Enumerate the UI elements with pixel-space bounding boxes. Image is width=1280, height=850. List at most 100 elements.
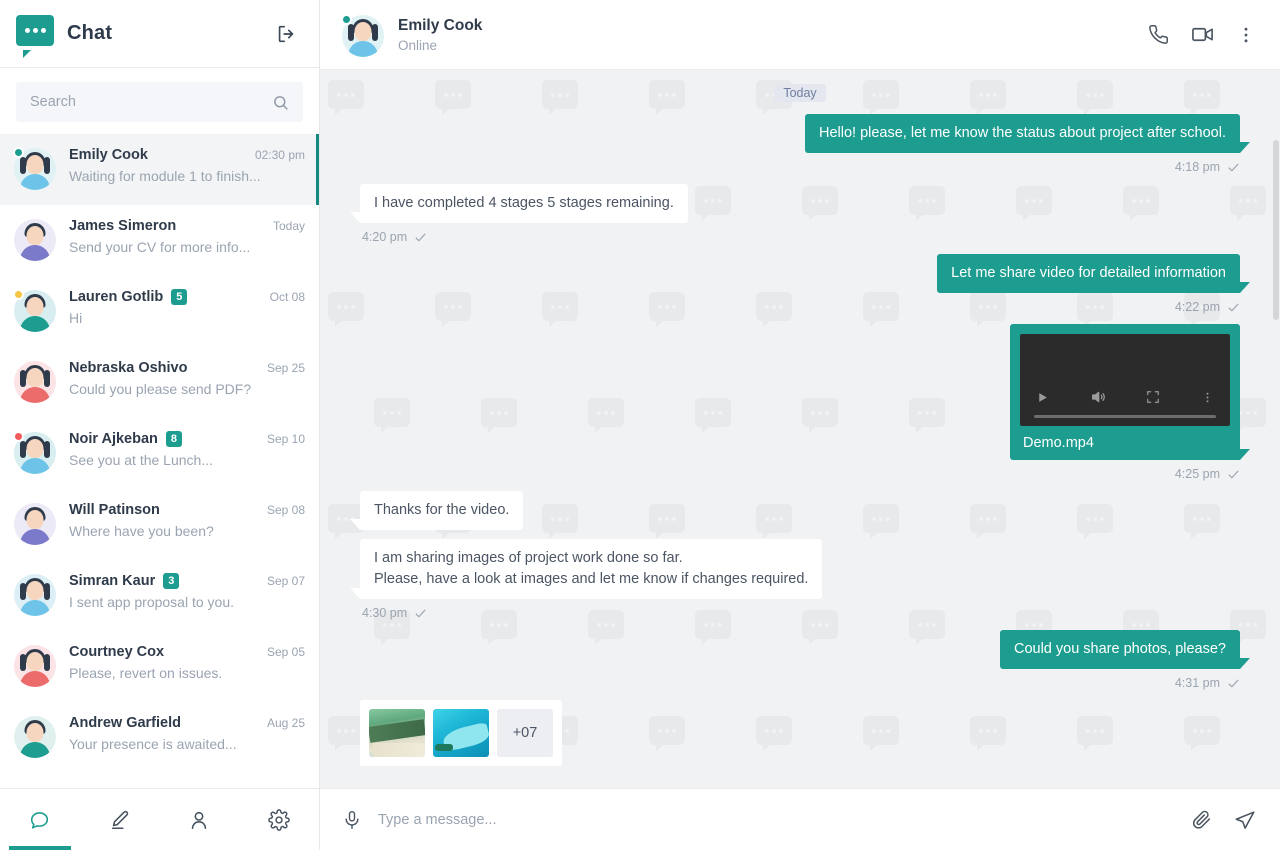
messages-scroll[interactable]: Today Hello! please, let me know the sta… xyxy=(320,70,1280,788)
search-input[interactable] xyxy=(30,94,272,110)
avatar xyxy=(14,503,56,545)
messages-scrollbar[interactable] xyxy=(1272,140,1280,726)
contact-list-item[interactable]: Lauren Gotlib 5 Oct 08 Hi xyxy=(0,276,319,347)
contact-list-item[interactable]: Andrew Garfield Aug 25 Your presence is … xyxy=(0,702,319,773)
status-dot xyxy=(13,289,24,300)
image-attachment-card[interactable]: +07 xyxy=(360,700,562,766)
contact-list-item[interactable]: Will Patinson Sep 08 Where have you been… xyxy=(0,489,319,560)
sidebar-header: Chat xyxy=(0,0,319,68)
video-controls xyxy=(1020,389,1230,405)
contact-list-item[interactable]: Emily Cook 02:30 pm Waiting for module 1… xyxy=(0,134,319,205)
avatar xyxy=(13,147,56,190)
message-row: I am sharing images of project work done… xyxy=(349,539,1240,620)
message-row: Thanks for the video. xyxy=(349,491,1240,530)
chat-icon[interactable] xyxy=(0,789,80,850)
logout-icon[interactable] xyxy=(273,21,299,47)
message-line: Please, have a look at images and let me… xyxy=(374,571,809,587)
read-tick-icon xyxy=(414,607,427,620)
play-icon[interactable] xyxy=(1036,391,1049,404)
avatar xyxy=(14,219,56,261)
contact-preview: Your presence is awaited... xyxy=(69,736,237,752)
fullscreen-icon[interactable] xyxy=(1146,390,1160,404)
chat-contact-status: Online xyxy=(398,37,438,53)
search-box[interactable] xyxy=(16,82,303,122)
contact-list-item[interactable]: Courtney Cox Sep 05 Please, revert on is… xyxy=(0,631,319,702)
microphone-icon[interactable] xyxy=(342,810,362,830)
image-thumbnail[interactable] xyxy=(433,709,489,757)
message-meta: 4:22 pm xyxy=(1175,300,1240,314)
video-player[interactable] xyxy=(1020,334,1230,426)
read-tick-icon xyxy=(1227,468,1240,481)
chat-panel: Emily Cook Online Today Hello! please, l… xyxy=(320,0,1280,850)
message-bubble: Thanks for the video. xyxy=(349,491,524,530)
message-row: I have completed 4 stages 5 stages remai… xyxy=(350,184,1240,244)
message-input[interactable] xyxy=(378,811,1169,828)
app-title: Chat xyxy=(67,22,113,44)
avatar xyxy=(13,431,56,474)
video-camera-icon[interactable] xyxy=(1191,23,1214,46)
contact-preview: Please, revert on issues. xyxy=(69,665,223,681)
avatar xyxy=(13,289,56,332)
status-dot xyxy=(341,13,352,25)
contact-time: Sep 07 xyxy=(266,574,305,588)
contact-name: Noir Ajkeban xyxy=(69,431,158,447)
read-tick-icon xyxy=(414,231,427,244)
image-thumbnail[interactable] xyxy=(369,709,425,757)
unread-badge: 5 xyxy=(171,289,188,305)
day-divider: Today xyxy=(360,84,1240,102)
message-bubble: I have completed 4 stages 5 stages remai… xyxy=(350,184,688,223)
contact-name: James Simeron xyxy=(69,218,177,234)
message-row: Let me share video for detailed informat… xyxy=(360,254,1250,314)
message-row: Could you share photos, please? 4:31 pm xyxy=(360,630,1251,690)
search-icon[interactable] xyxy=(272,94,289,111)
contact-list-item[interactable]: Noir Ajkeban 8 Sep 10 See you at the Lun… xyxy=(0,418,319,489)
contact-time: Aug 25 xyxy=(266,716,305,730)
paperclip-icon[interactable] xyxy=(1191,809,1212,830)
contact-time: 02:30 pm xyxy=(254,148,305,162)
message-meta: 4:18 pm xyxy=(1175,160,1240,174)
message-time: 4:20 pm xyxy=(362,230,408,244)
contact-list-item[interactable]: Simran Kaur 3 Sep 07 I sent app proposal… xyxy=(0,560,319,631)
contact-list-item[interactable]: James Simeron Today Send your CV for mor… xyxy=(0,205,319,276)
person-icon[interactable] xyxy=(160,789,240,850)
more-vertical-icon[interactable] xyxy=(1236,25,1256,45)
contact-preview: Waiting for module 1 to finish... xyxy=(69,168,261,184)
message-bubble: Let me share video for detailed informat… xyxy=(937,254,1250,293)
sidebar-bottom-nav[interactable] xyxy=(0,788,319,850)
message-row: Demo.mp4 4:25 pm xyxy=(360,324,1250,481)
message-time: 4:22 pm xyxy=(1174,300,1220,314)
video-progress-bar[interactable] xyxy=(1034,415,1216,418)
contact-name: Nebraska Oshivo xyxy=(69,360,188,376)
pencil-icon[interactable] xyxy=(80,789,160,850)
sidebar: Chat Search Emily Cook 02:30 pm Waiting … xyxy=(0,0,320,850)
contact-list[interactable]: Emily Cook 02:30 pm Waiting for module 1… xyxy=(0,134,319,788)
message-time: 4:25 pm xyxy=(1174,467,1220,481)
video-filename: Demo.mp4 xyxy=(1023,435,1094,451)
contact-name: Will Patinson xyxy=(69,502,160,518)
contact-preview: I sent app proposal to you. xyxy=(69,594,234,610)
more-images-count[interactable]: +07 xyxy=(497,709,553,757)
avatar xyxy=(14,645,56,687)
search-container xyxy=(0,68,319,134)
contact-time: Sep 05 xyxy=(266,645,305,659)
contact-time: Today xyxy=(272,219,305,233)
contact-time: Sep 10 xyxy=(266,432,305,446)
message-bubble: Could you share photos, please? xyxy=(999,630,1251,669)
unread-badge: 8 xyxy=(165,431,183,447)
scrollbar-thumb[interactable] xyxy=(1273,140,1279,320)
contact-list-item[interactable]: Nebraska Oshivo Sep 25 Could you please … xyxy=(0,347,319,418)
gear-icon[interactable] xyxy=(239,789,319,850)
video-message-bubble[interactable]: Demo.mp4 xyxy=(1010,324,1250,460)
phone-icon[interactable] xyxy=(1148,24,1169,45)
avatar xyxy=(14,574,56,616)
volume-icon[interactable] xyxy=(1090,389,1106,405)
chat-application: Chat Search Emily Cook 02:30 pm Waiting … xyxy=(0,0,1280,850)
read-tick-icon xyxy=(1227,161,1240,174)
message-line: I am sharing images of project work done… xyxy=(374,550,683,566)
status-dot xyxy=(13,147,24,158)
message-bubble: Hello! please, let me know the status ab… xyxy=(804,114,1251,153)
send-icon[interactable] xyxy=(1234,809,1256,831)
contact-preview: Where have you been? xyxy=(69,523,214,539)
chat-header-actions xyxy=(1148,23,1256,46)
more-vertical-icon[interactable] xyxy=(1201,391,1214,404)
